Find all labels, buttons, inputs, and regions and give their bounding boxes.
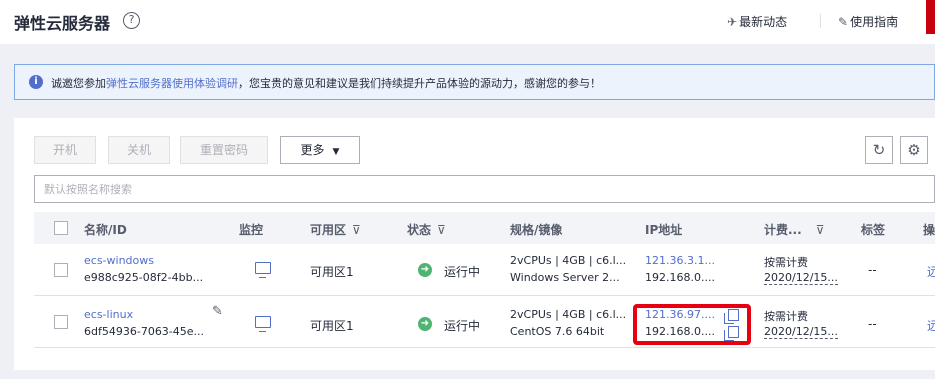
more-dropdown[interactable]: 更多 ▼: [280, 136, 360, 164]
instance-panel: 开机 关机 重置密码 更多▼ ↻ ⚙ 名称/ID 监控 可用区⊽ 状态⊽ 规格/…: [14, 118, 935, 370]
highlight-box: [633, 304, 751, 345]
column-az[interactable]: 可用区 ⊽: [310, 221, 361, 238]
az-value: 可用区1: [310, 319, 354, 333]
row-checkbox[interactable]: [54, 315, 68, 329]
image-text: Windows Server 2...: [510, 271, 620, 284]
send-icon: ✈: [727, 15, 738, 29]
notice-banner: i 诚邀您参加弹性云服务器使用体验调研，您宝贵的意见和建议是我们持续提升产品体验…: [14, 64, 935, 100]
survey-link[interactable]: 弹性云服务器使用体验调研: [106, 77, 238, 90]
tags-value: --: [868, 317, 877, 331]
caret-down-icon: ▼: [332, 147, 340, 157]
power-on-button[interactable]: 开机: [34, 136, 96, 164]
billing-date[interactable]: 2020/12/15...: [764, 271, 838, 285]
spec-text: 2vCPUs | 4GB | c6.l...: [510, 308, 627, 321]
search-input[interactable]: [34, 175, 935, 203]
column-billing[interactable]: 计费... ⊽: [764, 221, 824, 238]
image-text: CentOS 7.6 64bit: [510, 325, 605, 338]
billing-date[interactable]: 2020/12/15...: [764, 325, 838, 339]
buy-button[interactable]: [926, 0, 935, 34]
instance-id: e988c925-08f2-4bb...: [84, 271, 204, 284]
running-status-icon: ➜: [418, 317, 432, 331]
page-title: 弹性云服务器: [14, 14, 111, 33]
status-text: 运行中: [444, 319, 481, 333]
column-status[interactable]: 状态 ⊽: [407, 221, 446, 238]
row-checkbox[interactable]: [54, 263, 68, 277]
monitor-icon[interactable]: [255, 262, 271, 278]
column-tags: 标签: [861, 223, 886, 237]
latest-news-link[interactable]: ✈ 最新动态: [727, 13, 787, 30]
gear-icon[interactable]: ⚙: [900, 136, 928, 164]
tags-value: --: [868, 263, 877, 277]
reset-password-button[interactable]: 重置密码: [180, 136, 268, 164]
top-bar: 弹性云服务器 ? ✈ 最新动态 ✎ 使用指南: [0, 0, 935, 44]
status-text: 运行中: [444, 265, 481, 279]
user-guide-link[interactable]: ✎ 使用指南: [838, 13, 898, 30]
running-status-icon: ➜: [418, 263, 432, 277]
table-row: ecs-windows e988c925-08f2-4bb... 可用区1 ➜ …: [34, 244, 935, 296]
column-ip: IP地址: [645, 223, 683, 237]
column-spec: 规格/镜像: [510, 223, 563, 237]
help-icon[interactable]: ?: [123, 12, 140, 29]
divider: [820, 14, 821, 28]
refresh-icon[interactable]: ↻: [865, 136, 893, 164]
filter-icon[interactable]: ⊽: [816, 223, 825, 237]
edit-icon[interactable]: ✎: [212, 304, 223, 319]
billing-mode: 按需计费: [764, 310, 808, 323]
power-off-button[interactable]: 关机: [108, 136, 170, 164]
remote-login-link[interactable]: 远: [927, 263, 935, 280]
table-row: ecs-linux ✎ 6df54936-7063-45e... 可用区1 ➜ …: [34, 296, 935, 348]
notice-text: 诚邀您参加弹性云服务器使用体验调研，您宝贵的意见和建议是我们持续提升产品体验的源…: [51, 77, 601, 90]
public-ip[interactable]: 121.36.3.1...: [645, 254, 715, 267]
select-all-checkbox[interactable]: [54, 221, 68, 235]
az-value: 可用区1: [310, 265, 354, 279]
private-ip: 192.168.0....: [645, 271, 715, 284]
instance-id: 6df54936-7063-45e...: [84, 325, 205, 338]
info-icon: i: [29, 75, 43, 89]
edit-doc-icon: ✎: [838, 15, 849, 29]
column-monitor: 监控: [239, 223, 264, 237]
table-header: 名称/ID 监控 可用区 ⊽ 状态 ⊽ 规格/镜像 IP地址 计费... ⊽ 标签 操: [34, 212, 935, 244]
monitor-icon[interactable]: [255, 316, 271, 332]
column-name: 名称/ID: [84, 223, 127, 237]
filter-icon[interactable]: ⊽: [437, 223, 446, 237]
filter-icon[interactable]: ⊽: [352, 223, 361, 237]
remote-login-link[interactable]: 远: [927, 317, 935, 334]
spec-text: 2vCPUs | 4GB | c6.l...: [510, 254, 627, 267]
instance-name-link[interactable]: ecs-linux: [84, 308, 133, 321]
column-ops: 操: [923, 223, 935, 237]
billing-mode: 按需计费: [764, 256, 808, 269]
instance-name-link[interactable]: ecs-windows: [84, 254, 154, 267]
